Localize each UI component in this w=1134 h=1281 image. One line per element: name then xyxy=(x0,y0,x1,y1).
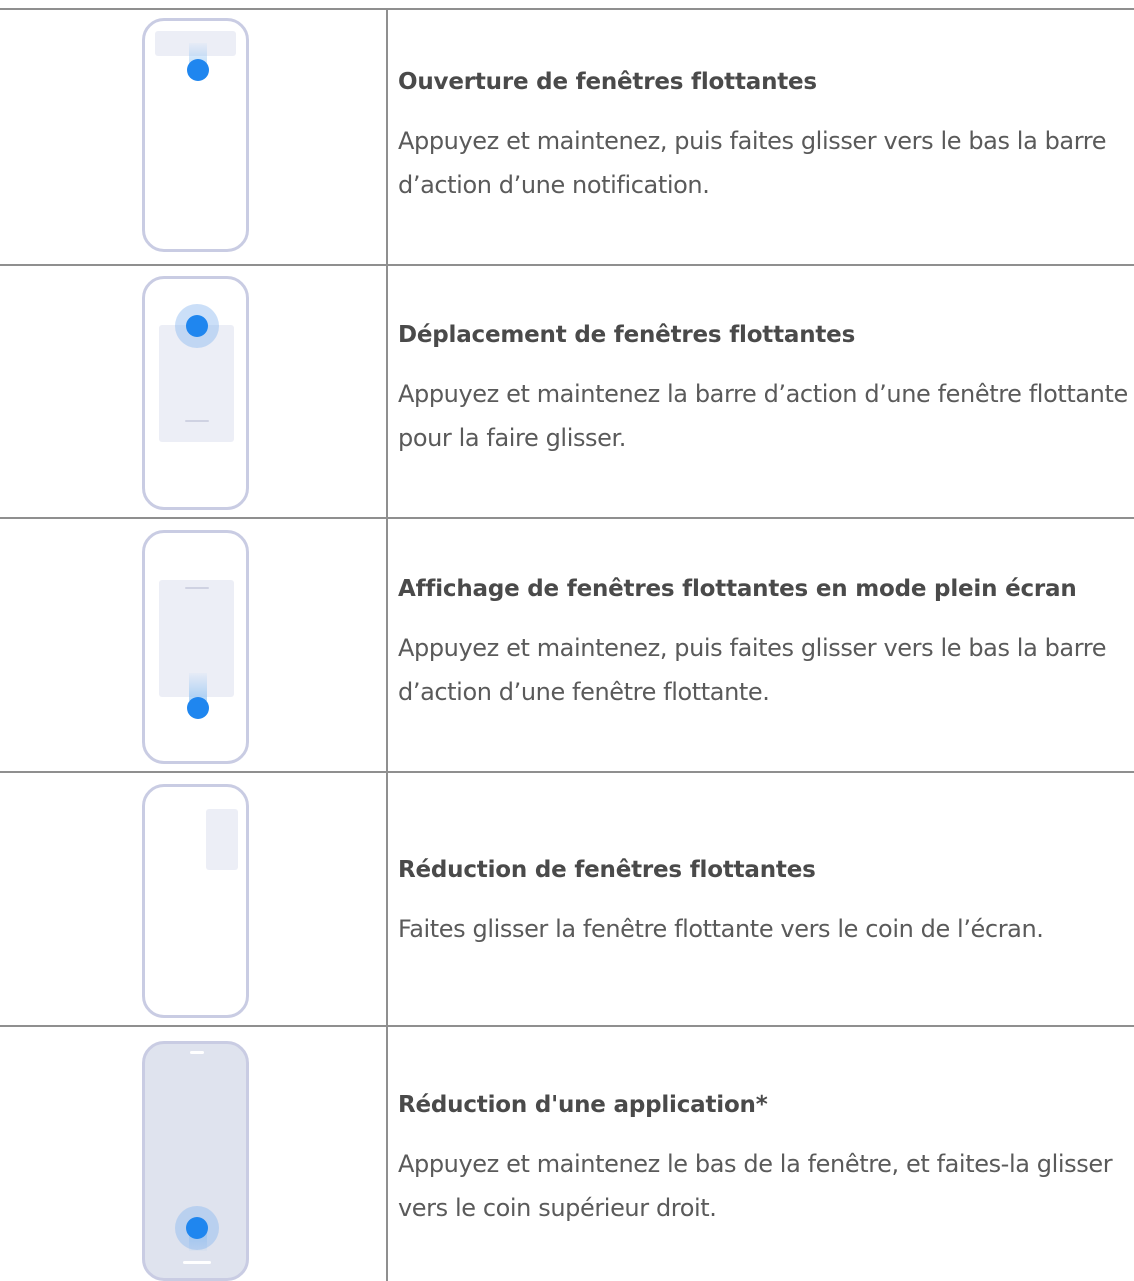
touch-point-icon xyxy=(187,59,209,81)
phone-minimize-app-illustration xyxy=(142,1041,249,1281)
row-title: Réduction de fenêtres flottantes xyxy=(398,857,816,883)
row-description: Appuyez et maintenez, puis faites glisse… xyxy=(398,127,1107,199)
window-handle-bar xyxy=(185,420,209,422)
row-description: Faites glisser la fenêtre flottante vers… xyxy=(398,915,1044,943)
phone-move-floating-illustration xyxy=(142,276,249,510)
phone-minimize-floating-illustration xyxy=(142,784,249,1018)
home-indicator-line xyxy=(183,1261,211,1264)
row-divider xyxy=(0,771,1134,773)
phone-open-floating-illustration xyxy=(142,18,249,252)
touch-point-icon xyxy=(186,1217,208,1239)
table-top-rule xyxy=(0,8,1134,10)
phone-fullscreen-illustration xyxy=(142,530,249,764)
row-description: Appuyez et maintenez la barre d’action d… xyxy=(398,380,1128,452)
top-indicator-line xyxy=(190,1051,204,1054)
row-description: Appuyez et maintenez, puis faites glisse… xyxy=(398,634,1107,706)
window-handle-bar xyxy=(185,587,209,589)
column-divider xyxy=(386,9,388,1281)
row-divider xyxy=(0,517,1134,519)
row-title: Déplacement de fenêtres flottantes xyxy=(398,322,856,348)
touch-point-icon xyxy=(186,315,208,337)
row-title: Réduction d'une application* xyxy=(398,1092,768,1118)
touch-point-icon xyxy=(187,697,209,719)
row-divider xyxy=(0,264,1134,266)
row-description: Appuyez et maintenez le bas de la fenêtr… xyxy=(398,1150,1113,1222)
minimized-window xyxy=(206,809,238,870)
row-divider xyxy=(0,1025,1134,1027)
row-title: Affichage de fenêtres flottantes en mode… xyxy=(398,576,1077,602)
row-title: Ouverture de fenêtres flottantes xyxy=(398,69,817,95)
